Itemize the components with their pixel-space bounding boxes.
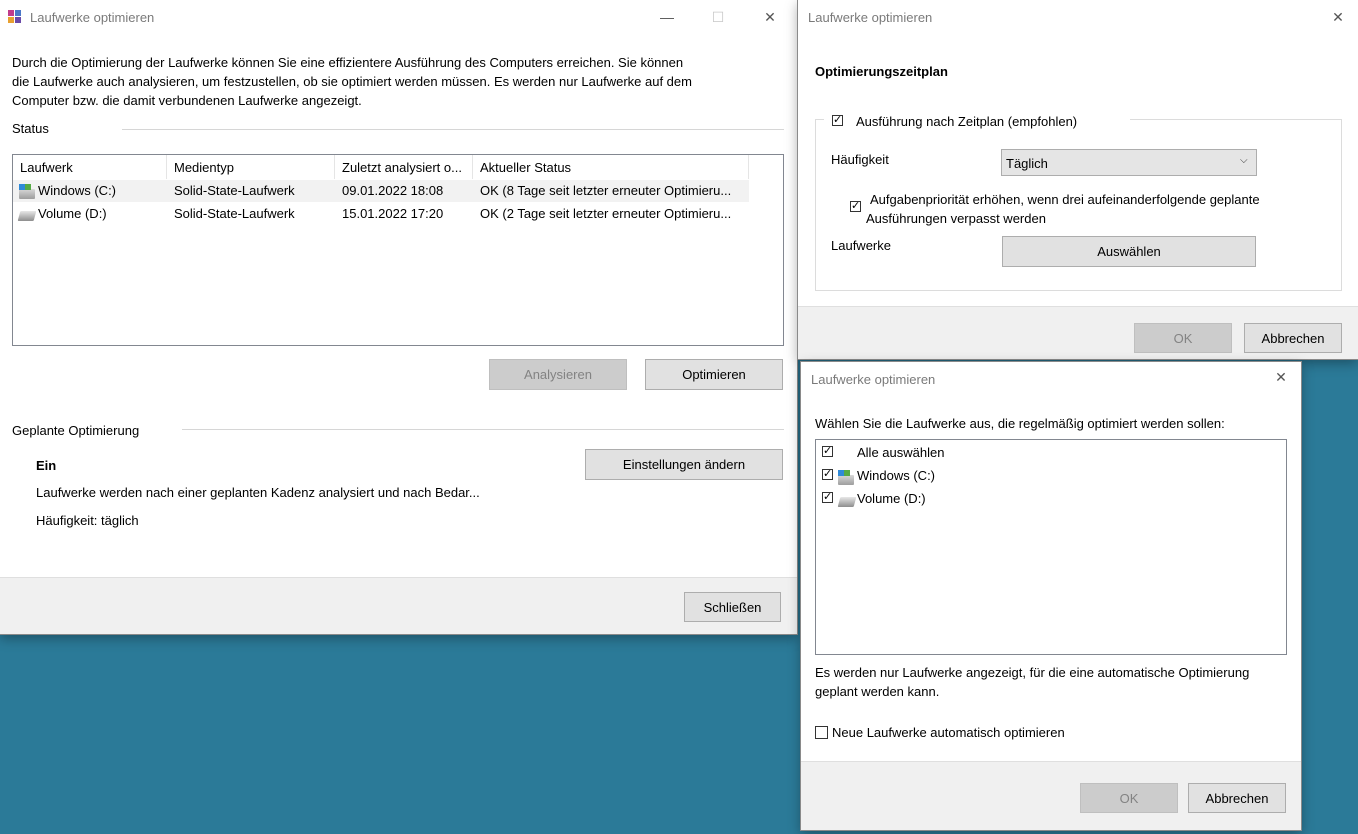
maximize-icon: ☐ (711, 9, 725, 25)
priority-label-line: Aufgabenpriorität erhöhen, wenn drei auf… (870, 192, 1260, 207)
status-label: Status (12, 121, 49, 136)
list-item[interactable]: ✓ Windows (C:) (816, 468, 1286, 490)
list-item[interactable]: ✓ Alle auswählen (816, 445, 1286, 467)
chevron-down-icon: ⌵ (1240, 155, 1248, 166)
priority-checkbox[interactable]: ✓ (850, 201, 861, 212)
priority-label-line: Ausführungen verpasst werden (866, 211, 1046, 226)
drives-note: Es werden nur Laufwerke angezeigt, für d… (815, 663, 1249, 701)
optimize-button[interactable]: Optimieren (645, 359, 783, 390)
cell-status: OK (8 Tage seit letzter erneuter Optimie… (480, 183, 732, 198)
cell-drive: Volume (D:) (38, 206, 107, 221)
auto-new-drives-checkbox[interactable] (815, 726, 828, 739)
table-row[interactable]: Windows (C:) Solid-State-Laufwerk 09.01.… (13, 180, 773, 202)
run-on-schedule-label: Ausführung nach Zeitplan (empfohlen) (856, 114, 1078, 129)
priority-label: Aufgabenpriorität erhöhen, wenn drei auf… (866, 190, 1260, 228)
defrag-app-icon (8, 10, 22, 24)
cell-media-type: Solid-State-Laufwerk (174, 183, 295, 198)
drive-icon (837, 497, 857, 507)
close-icon[interactable]: ✕ (747, 0, 793, 34)
frequency-dropdown[interactable]: Täglich ⌵ (1001, 149, 1257, 176)
run-on-schedule-checkbox[interactable]: ✓ (832, 115, 843, 126)
change-settings-button[interactable]: Einstellungen ändern (585, 449, 783, 480)
schedule-dialog-title: Laufwerke optimieren (808, 10, 933, 25)
close-icon[interactable]: ✕ (1261, 362, 1301, 394)
drives-checklist[interactable]: ✓ Alle auswählen ✓ Windows (C:) ✓ Volume… (815, 439, 1287, 655)
frequency-label: Häufigkeit (831, 152, 889, 167)
schedule-heading: Optimierungszeitplan (815, 64, 948, 79)
cell-status: OK (2 Tage seit letzter erneuter Optimie… (480, 206, 732, 221)
main-titlebar[interactable]: Laufwerke optimieren — ☐ ✕ (0, 0, 797, 34)
description-line: Durch die Optimierung der Laufwerke könn… (12, 55, 684, 70)
scheduled-separator (182, 429, 784, 430)
drives-note-line: Es werden nur Laufwerke angezeigt, für d… (815, 665, 1250, 680)
frequency-text: Häufigkeit: täglich (36, 513, 139, 528)
main-description: Durch die Optimierung der Laufwerke könn… (12, 53, 782, 110)
drives-footer: OK Abbrechen (801, 761, 1301, 830)
close-icon[interactable]: ✕ (1318, 0, 1358, 34)
drives-list[interactable]: Laufwerk Medientyp Zuletzt analysiert o.… (12, 154, 784, 346)
select-drives-button[interactable]: Auswählen (1002, 236, 1256, 267)
select-all-checkbox[interactable]: ✓ (822, 446, 833, 457)
drive-d-checkbox[interactable]: ✓ (822, 492, 833, 503)
minimize-icon[interactable]: — (644, 0, 690, 34)
ok-button: OK (1134, 323, 1232, 353)
status-separator (122, 129, 784, 130)
table-row[interactable]: Volume (D:) Solid-State-Laufwerk 15.01.2… (13, 203, 773, 225)
list-item-label: Volume (D:) (857, 491, 926, 506)
scheduled-state: Ein (36, 458, 57, 473)
cell-last-analyzed: 09.01.2022 18:08 (342, 183, 444, 198)
drives-label: Laufwerke (831, 238, 891, 253)
cell-media-type: Solid-State-Laufwerk (174, 206, 295, 221)
ok-button: OK (1080, 783, 1178, 813)
schedule-dialog: Laufwerke optimieren ✕ Optimierungszeitp… (798, 0, 1358, 359)
main-window: Laufwerke optimieren — ☐ ✕ Durch die Opt… (0, 0, 797, 634)
list-item[interactable]: ✓ Volume (D:) (816, 491, 1286, 513)
drives-note-line: geplant werden kann. (815, 684, 940, 699)
cancel-button[interactable]: Abbrechen (1244, 323, 1342, 353)
cell-drive: Windows (C:) (38, 183, 117, 198)
cancel-button[interactable]: Abbrechen (1188, 783, 1286, 813)
schedule-footer: OK Abbrechen (798, 306, 1358, 359)
system-drive-icon (838, 470, 854, 485)
column-header-last-analyzed[interactable]: Zuletzt analysiert o... (335, 155, 473, 179)
column-header-drive[interactable]: Laufwerk (13, 155, 167, 179)
run-on-schedule-option[interactable]: ✓ Ausführung nach Zeitplan (empfohlen) (824, 111, 1130, 131)
schedule-titlebar[interactable]: Laufwerke optimieren ✕ (798, 0, 1358, 34)
column-header-current-status[interactable]: Aktueller Status (473, 155, 749, 179)
drives-titlebar[interactable]: Laufwerke optimieren ✕ (801, 362, 1301, 396)
frequency-value: Täglich (1006, 156, 1048, 171)
drives-instruction: Wählen Sie die Laufwerke aus, die regelm… (815, 416, 1225, 431)
main-footer: Schließen (0, 577, 797, 634)
main-window-title: Laufwerke optimieren (30, 10, 155, 25)
description-line: die Laufwerke auch analysieren, um festz… (12, 74, 692, 89)
drives-dialog-title: Laufwerke optimieren (811, 372, 936, 387)
scheduled-description: Laufwerke werden nach einer geplanten Ka… (36, 485, 480, 500)
auto-new-drives-label: Neue Laufwerke automatisch optimieren (832, 725, 1065, 740)
drives-dialog: Laufwerke optimieren ✕ Wählen Sie die La… (801, 362, 1301, 830)
description-line: Computer bzw. die damit verbundenen Lauf… (12, 93, 362, 108)
close-button[interactable]: Schließen (684, 592, 781, 622)
drive-c-checkbox[interactable]: ✓ (822, 469, 833, 480)
list-item-label: Alle auswählen (857, 445, 945, 460)
analyze-button: Analysieren (489, 359, 627, 390)
scheduled-optimization-label: Geplante Optimierung (12, 423, 140, 438)
cell-last-analyzed: 15.01.2022 17:20 (342, 206, 444, 221)
list-item-label: Windows (C:) (857, 468, 936, 483)
column-header-media-type[interactable]: Medientyp (167, 155, 335, 179)
